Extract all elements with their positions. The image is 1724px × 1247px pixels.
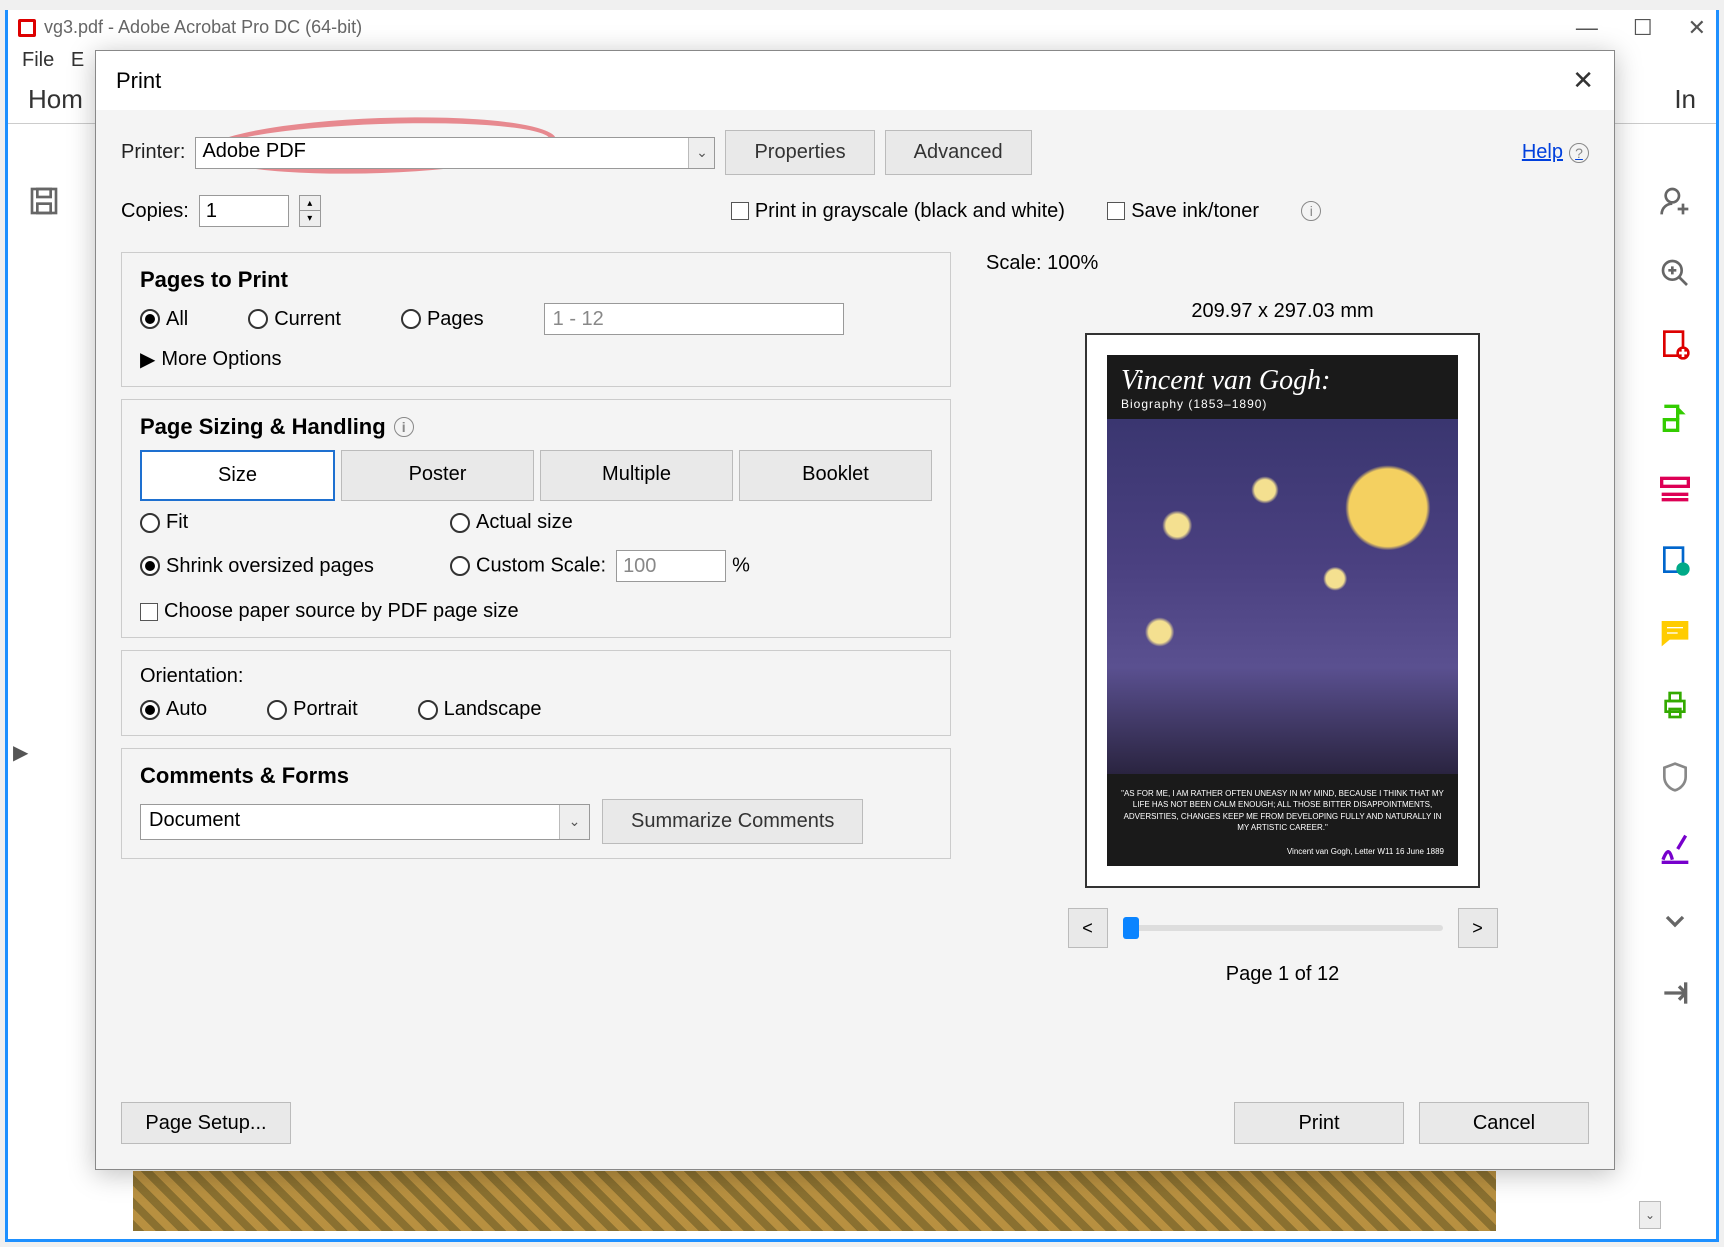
chevron-down-icon: ⌄	[688, 138, 714, 168]
zoom-icon[interactable]	[1659, 257, 1691, 289]
radio-current[interactable]: Current	[248, 308, 341, 331]
scale-text: Scale: 100%	[986, 252, 1098, 275]
radio-custom-scale[interactable]: Custom Scale:%	[450, 550, 932, 582]
document-background	[133, 1171, 1496, 1231]
printer-row: Printer: Adobe PDF ⌄ Properties Advanced…	[121, 130, 1589, 175]
window-controls: — ☐ ✕	[1576, 15, 1706, 41]
page-dimensions: 209.97 x 297.03 mm	[1191, 300, 1373, 323]
app-title: vg3.pdf - Adobe Acrobat Pro DC (64-bit)	[44, 17, 362, 38]
tab-size[interactable]: Size	[140, 450, 335, 501]
left-toolbar	[28, 185, 60, 217]
comments-section: Comments & Forms Document ⌄ Summarize Co…	[121, 748, 951, 859]
comment-icon[interactable]	[1659, 617, 1691, 649]
share-icon[interactable]	[1659, 545, 1691, 577]
panel-expand-icon[interactable]: ▶	[13, 740, 28, 765]
comments-select[interactable]: Document ⌄	[140, 804, 590, 840]
info-icon[interactable]: i	[394, 417, 414, 437]
orientation-label: Orientation:	[140, 665, 932, 688]
copies-label: Copies:	[121, 200, 189, 223]
protect-icon[interactable]	[1659, 761, 1691, 793]
tab-signin-clipped[interactable]: In	[1674, 84, 1696, 115]
export-pdf-icon[interactable]	[1659, 401, 1691, 433]
pages-to-print-title: Pages to Print	[140, 267, 932, 293]
dialog-close-icon[interactable]: ✕	[1572, 65, 1594, 96]
preview-quote: "AS FOR ME, I AM RATHER OFTEN UNEASY IN …	[1107, 774, 1458, 847]
right-toolbar	[1659, 185, 1691, 1009]
radio-pages[interactable]: Pages	[401, 308, 484, 331]
preview-credit: Vincent van Gogh, Letter W11 16 June 188…	[1107, 847, 1458, 866]
copies-spinner[interactable]: ▴▾	[299, 195, 321, 227]
chevron-down-icon[interactable]	[1659, 905, 1691, 937]
preview-title: Vincent van Gogh:	[1107, 355, 1458, 397]
page-setup-button[interactable]: Page Setup...	[121, 1102, 291, 1144]
radio-auto[interactable]: Auto	[140, 698, 207, 721]
printer-label: Printer:	[121, 141, 185, 164]
preview-image	[1107, 419, 1458, 774]
orientation-section: Orientation: Auto Portrait Landscape	[121, 650, 951, 736]
radio-all[interactable]: All	[140, 308, 188, 331]
page-slider[interactable]	[1123, 925, 1443, 931]
save-ink-checkbox[interactable]: Save ink/toner	[1107, 200, 1259, 223]
dialog-footer: Page Setup... Print Cancel	[96, 1087, 1614, 1169]
preview-pane: Scale: 100% 209.97 x 297.03 mm Vincent v…	[976, 252, 1589, 1067]
tab-home-clipped[interactable]: Hom	[28, 84, 83, 115]
prev-page-button[interactable]: <	[1068, 908, 1108, 948]
close-icon[interactable]: ✕	[1688, 15, 1706, 41]
minimize-icon[interactable]: —	[1576, 15, 1598, 41]
radio-landscape[interactable]: Landscape	[418, 698, 542, 721]
pages-to-print-section: Pages to Print All Current Pages ▶ More …	[121, 252, 951, 387]
properties-button[interactable]: Properties	[725, 130, 874, 175]
cancel-button[interactable]: Cancel	[1419, 1102, 1589, 1144]
custom-scale-input[interactable]	[616, 550, 726, 582]
radio-shrink[interactable]: Shrink oversized pages	[140, 555, 450, 578]
tab-booklet[interactable]: Booklet	[739, 450, 932, 501]
comments-title: Comments & Forms	[140, 763, 932, 789]
radio-actual[interactable]: Actual size	[450, 511, 932, 534]
copies-row: Copies: ▴▾ Print in grayscale (black and…	[121, 195, 1589, 227]
info-icon[interactable]: i	[1301, 201, 1321, 221]
collapse-icon[interactable]	[1659, 977, 1691, 1009]
print-button[interactable]: Print	[1234, 1102, 1404, 1144]
app-titlebar: vg3.pdf - Adobe Acrobat Pro DC (64-bit) …	[8, 10, 1716, 45]
slider-thumb[interactable]	[1123, 917, 1139, 939]
create-pdf-icon[interactable]	[1659, 329, 1691, 361]
more-options-toggle[interactable]: ▶ More Options	[140, 347, 932, 372]
page-indicator: Page 1 of 12	[1226, 963, 1339, 986]
profile-add-icon[interactable]	[1659, 185, 1691, 217]
scrollbar-down-icon[interactable]: ⌄	[1639, 1201, 1661, 1229]
pages-range-input[interactable]	[544, 303, 844, 335]
printer-value: Adobe PDF	[202, 140, 305, 162]
summarize-button[interactable]: Summarize Comments	[602, 799, 863, 844]
page-preview: Vincent van Gogh: Biography (1853–1890) …	[1085, 333, 1480, 888]
pdf-icon	[18, 19, 36, 37]
organize-icon[interactable]	[1659, 473, 1691, 505]
tab-poster[interactable]: Poster	[341, 450, 534, 501]
advanced-button[interactable]: Advanced	[885, 130, 1032, 175]
help-link[interactable]: Help?	[1522, 141, 1589, 164]
grayscale-checkbox[interactable]: Print in grayscale (black and white)	[731, 200, 1065, 223]
radio-fit[interactable]: Fit	[140, 511, 450, 534]
dialog-title: Print	[116, 68, 161, 94]
sizing-section: Page Sizing & Handling i Size Poster Mult…	[121, 399, 951, 638]
save-icon[interactable]	[28, 185, 60, 217]
menu-edit-clipped[interactable]: E	[71, 49, 84, 71]
sizing-title: Page Sizing & Handling	[140, 414, 386, 440]
tab-multiple[interactable]: Multiple	[540, 450, 733, 501]
chevron-down-icon: ⌄	[559, 805, 589, 839]
sign-icon[interactable]	[1659, 833, 1691, 865]
dialog-header: Print ✕	[96, 51, 1614, 110]
copies-input[interactable]	[199, 195, 289, 227]
printer-select[interactable]: Adobe PDF ⌄	[195, 137, 715, 169]
choose-paper-checkbox[interactable]: Choose paper source by PDF page size	[140, 600, 519, 622]
radio-portrait[interactable]: Portrait	[267, 698, 357, 721]
maximize-icon[interactable]: ☐	[1633, 15, 1653, 41]
menu-file[interactable]: File	[22, 49, 54, 71]
next-page-button[interactable]: >	[1458, 908, 1498, 948]
print-dialog: Print ✕ Printer: Adobe PDF ⌄ Properties …	[95, 50, 1615, 1170]
help-icon: ?	[1569, 143, 1589, 163]
print-icon[interactable]	[1659, 689, 1691, 721]
preview-subtitle: Biography (1853–1890)	[1107, 397, 1458, 419]
